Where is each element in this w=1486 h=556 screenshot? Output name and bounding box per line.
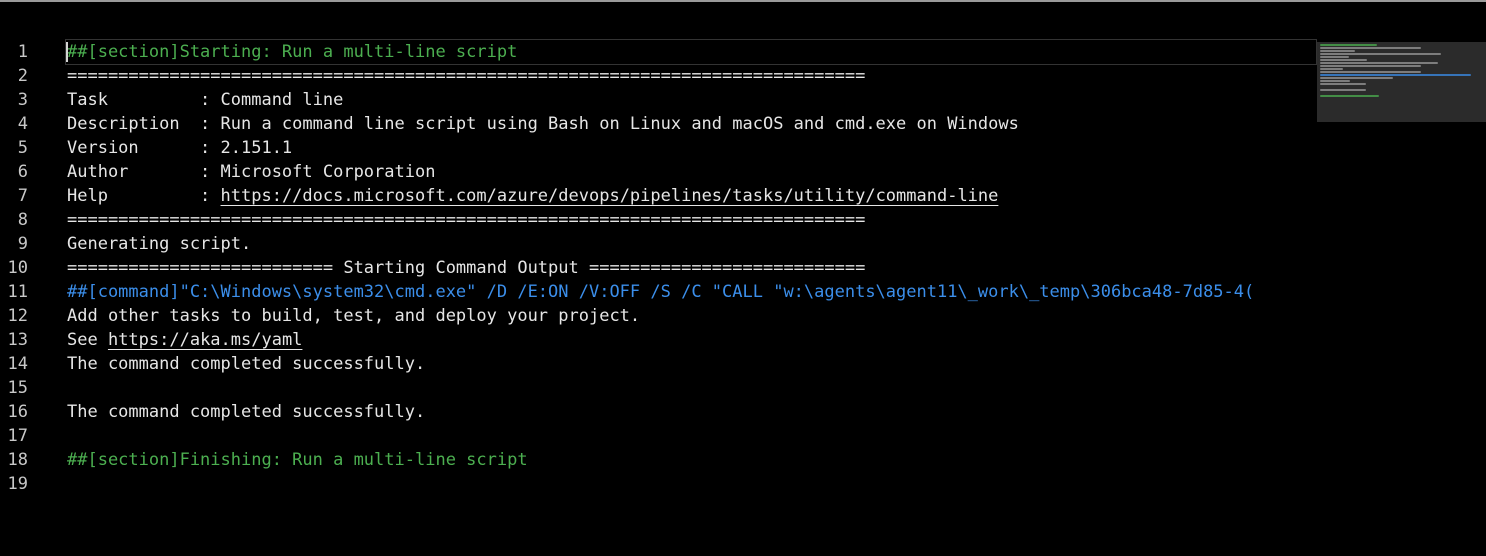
line-number: 9 [17,234,28,254]
minimap-row [1320,62,1438,64]
log-line[interactable]: 4 Description : Run a command line script… [0,112,1316,136]
log-line[interactable]: 10 ========================== Starting Co… [0,256,1316,280]
line-number: 16 [7,402,28,422]
minimap-row [1320,50,1355,52]
line-text: ##[section]Starting: Run a multi-line sc… [65,39,1317,65]
line-number: 6 [17,162,28,182]
minimap-row [1320,77,1393,79]
minimap-row [1320,80,1350,82]
line-number: 8 [17,210,28,230]
log-line[interactable]: 1 ##[section]Starting: Run a multi-line s… [0,39,1317,65]
log-line[interactable]: 19 [0,472,1316,496]
line-text: ========================================… [67,208,1316,232]
line-number: 5 [17,138,28,158]
line-text: ##[command]"C:\Windows\system32\cmd.exe"… [67,280,1316,304]
log-line[interactable]: 13 See https://aka.ms/yaml [0,328,1316,352]
log-line[interactable]: 18 ##[section]Finishing: Run a multi-line… [0,448,1316,472]
line-text: Generating script. [67,232,1316,256]
line-number: 4 [17,114,28,134]
line-number: 2 [17,66,28,86]
line-number: 15 [7,378,28,398]
line-number: 14 [7,354,28,374]
plain-text: Add other tasks to build, test, and depl… [67,306,641,326]
line-text: ##[section]Finishing: Run a multi-line s… [67,448,1316,472]
log-line[interactable]: 3 Task : Command line [0,88,1316,112]
log-line[interactable]: 7 Help : https://docs.microsoft.com/azure… [0,184,1316,208]
command-text: ##[command]"C:\Windows\system32\cmd.exe"… [67,282,1255,302]
minimap-row [1320,47,1421,49]
log-line[interactable]: 9 Generating script. [0,232,1316,256]
log-line[interactable]: 17 [0,424,1316,448]
log-line[interactable]: 16 The command completed successfully. [0,400,1316,424]
line-text: Add other tasks to build, test, and depl… [67,304,1316,328]
line-text: Author : Microsoft Corporation [67,160,1316,184]
plain-text: ========================================… [67,66,866,86]
plain-text: ========================================… [67,210,866,230]
line-text: ========================== Starting Comm… [67,256,1316,280]
line-number: 10 [7,258,28,278]
line-number: 7 [17,186,28,206]
log-line[interactable]: 8 =======================================… [0,208,1316,232]
plain-text: The command completed successfully. [67,402,426,422]
minimap-row [1320,56,1349,58]
log-line[interactable]: 11 ##[command]"C:\Windows\system32\cmd.ex… [0,280,1316,304]
line-number: 17 [7,426,28,446]
log-link[interactable]: https://docs.microsoft.com/azure/devops/… [221,186,999,206]
line-prefix: Help : [67,186,221,206]
log-line[interactable]: 2 =======================================… [0,64,1316,88]
minimap-row [1320,74,1471,76]
log-link[interactable]: https://aka.ms/yaml [108,330,302,350]
plain-text: Author : Microsoft Corporation [67,162,436,182]
log-lines: 1 ##[section]Starting: Run a multi-line s… [0,39,1317,496]
minimap-row [1320,59,1367,61]
minimap[interactable] [1317,42,1486,122]
plain-text: Task : Command line [67,90,344,110]
plain-text: ========================== Starting Comm… [67,258,866,278]
minimap-row [1320,89,1366,91]
minimap-row [1320,68,1343,70]
line-text: Task : Command line [67,88,1316,112]
line-number: 3 [17,90,28,110]
plain-text: Description : Run a command line script … [67,114,1019,134]
line-text: ========================================… [67,64,1316,88]
line-text: Version : 2.151.1 [67,136,1316,160]
log-line[interactable]: 15 [0,376,1316,400]
minimap-row [1320,44,1377,46]
line-number: 19 [7,474,28,494]
line-text: See https://aka.ms/yaml [67,328,1316,352]
log-line[interactable]: 12 Add other tasks to build, test, and de… [0,304,1316,328]
plain-text: The command completed successfully. [67,354,426,374]
section-text: ##[section]Starting: Run a multi-line sc… [67,42,518,62]
log-viewer: 1 ##[section]Starting: Run a multi-line s… [0,0,1486,556]
line-text: Description : Run a command line script … [67,112,1316,136]
plain-text: Version : 2.151.1 [67,138,293,158]
line-number: 13 [7,330,28,350]
line-prefix: See [67,330,108,350]
line-number: 18 [7,450,28,470]
line-number: 1 [17,42,28,62]
log-line[interactable]: 5 Version : 2.151.1 [0,136,1316,160]
minimap-row [1320,65,1421,67]
minimap-row [1320,71,1421,73]
line-number: 12 [7,306,28,326]
plain-text: Generating script. [67,234,252,254]
line-text: The command completed successfully. [67,352,1316,376]
log-line[interactable]: 6 Author : Microsoft Corporation [0,160,1316,184]
line-text: The command completed successfully. [67,400,1316,424]
section-text: ##[section]Finishing: Run a multi-line s… [67,450,528,470]
minimap-row [1320,83,1366,85]
line-number: 11 [7,282,28,302]
log-line[interactable]: 14 The command completed successfully. [0,352,1316,376]
line-text: Help : https://docs.microsoft.com/azure/… [67,184,1316,208]
minimap-row [1320,95,1379,97]
minimap-row [1320,53,1441,55]
